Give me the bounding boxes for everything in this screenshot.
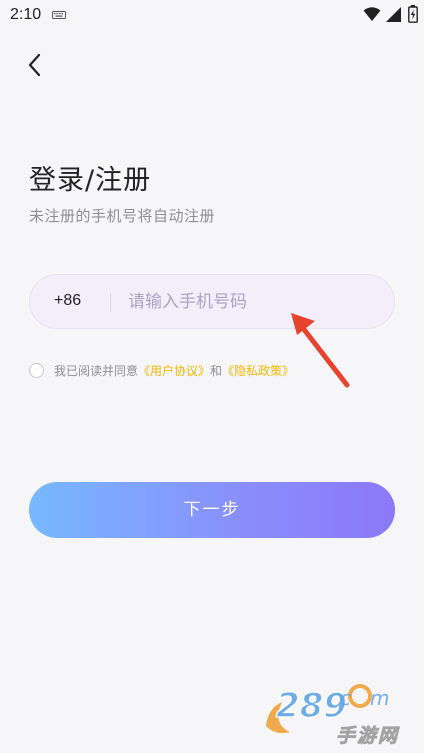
wifi-icon (363, 7, 381, 21)
status-bar: 2:10 (0, 0, 424, 30)
battery-icon (408, 5, 418, 23)
country-code[interactable]: +86 (54, 292, 81, 310)
page-subtitle: 未注册的手机号将自动注册 (29, 207, 216, 225)
privacy-policy-link[interactable]: 《隐私政策》 (222, 364, 294, 378)
keyboard-icon (52, 11, 66, 19)
agree-checkbox[interactable] (29, 363, 44, 378)
svg-text:c: c (340, 686, 351, 710)
annotation-arrow-icon (291, 313, 350, 388)
signal-icon (386, 7, 401, 22)
agreement-text: 我已阅读并同意《用户协议》和《隐私政策》 (54, 362, 294, 379)
agreement-prefix: 我已阅读并同意 (54, 364, 139, 378)
agreement-conjunction: 和 (210, 364, 223, 378)
svg-text:289: 289 (276, 686, 347, 726)
svg-text:m: m (370, 686, 389, 710)
next-button[interactable]: 下一步 (29, 482, 395, 538)
status-time: 2:10 (10, 6, 42, 23)
svg-text:手游网: 手游网 (336, 725, 400, 747)
watermark-logo: 289 c m 手游网 (266, 684, 400, 747)
page-title: 登录/注册 (29, 165, 152, 196)
field-divider (110, 293, 111, 312)
user-agreement-link[interactable]: 《用户协议》 (138, 364, 210, 378)
back-chevron-icon[interactable] (22, 50, 50, 80)
